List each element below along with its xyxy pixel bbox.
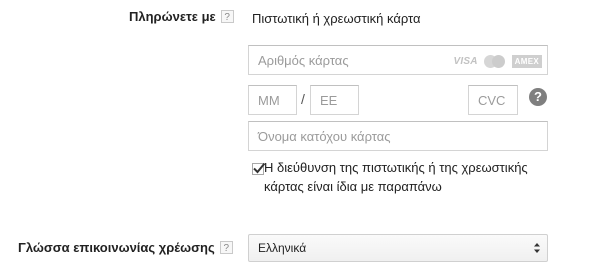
accepted-cards: VISA AMEX — [454, 55, 542, 68]
expiry-separator: / — [301, 91, 305, 107]
cvc-input[interactable]: CVC — [468, 85, 518, 115]
expiry-month-input[interactable]: MM — [248, 85, 297, 115]
select-arrows-icon — [534, 243, 540, 253]
expiry-year-placeholder: EE — [320, 93, 338, 108]
help-icon[interactable]: ? — [220, 10, 234, 23]
card-number-input[interactable]: Αριθμός κάρτας VISA AMEX — [248, 45, 548, 75]
billing-language-select[interactable]: Ελληνικά — [248, 234, 548, 262]
expiry-month-placeholder: MM — [258, 93, 280, 108]
payment-method-value: Πιστωτική ή χρεωστική κάρτα — [252, 11, 421, 26]
same-address-label[interactable]: Η διεύθυνση της πιστωτικής ή της χρεωστι… — [264, 158, 564, 196]
cardholder-name-input[interactable]: Όνομα κατόχου κάρτας — [248, 121, 548, 151]
question-icon[interactable]: ? — [529, 88, 547, 106]
payment-method-label-text: Πληρώνετε με — [129, 9, 216, 24]
visa-logo-icon: VISA — [453, 56, 478, 67]
cardholder-name-placeholder: Όνομα κατόχου κάρτας — [258, 129, 391, 144]
amex-logo-icon: AMEX — [511, 55, 542, 68]
same-address-checkbox[interactable] — [252, 162, 266, 175]
payment-method-label: Πληρώνετε με ? — [129, 9, 234, 24]
expiry-year-input[interactable]: EE — [310, 85, 359, 115]
mastercard-logo-icon — [483, 55, 506, 68]
billing-language-label: Γλώσσα επικοινωνίας χρέωσης ? — [18, 240, 233, 255]
billing-language-value: Ελληνικά — [258, 241, 307, 255]
card-number-placeholder: Αριθμός κάρτας — [258, 53, 349, 68]
help-icon[interactable]: ? — [219, 241, 233, 254]
cvc-placeholder: CVC — [478, 93, 506, 108]
billing-language-label-text: Γλώσσα επικοινωνίας χρέωσης — [18, 240, 215, 255]
